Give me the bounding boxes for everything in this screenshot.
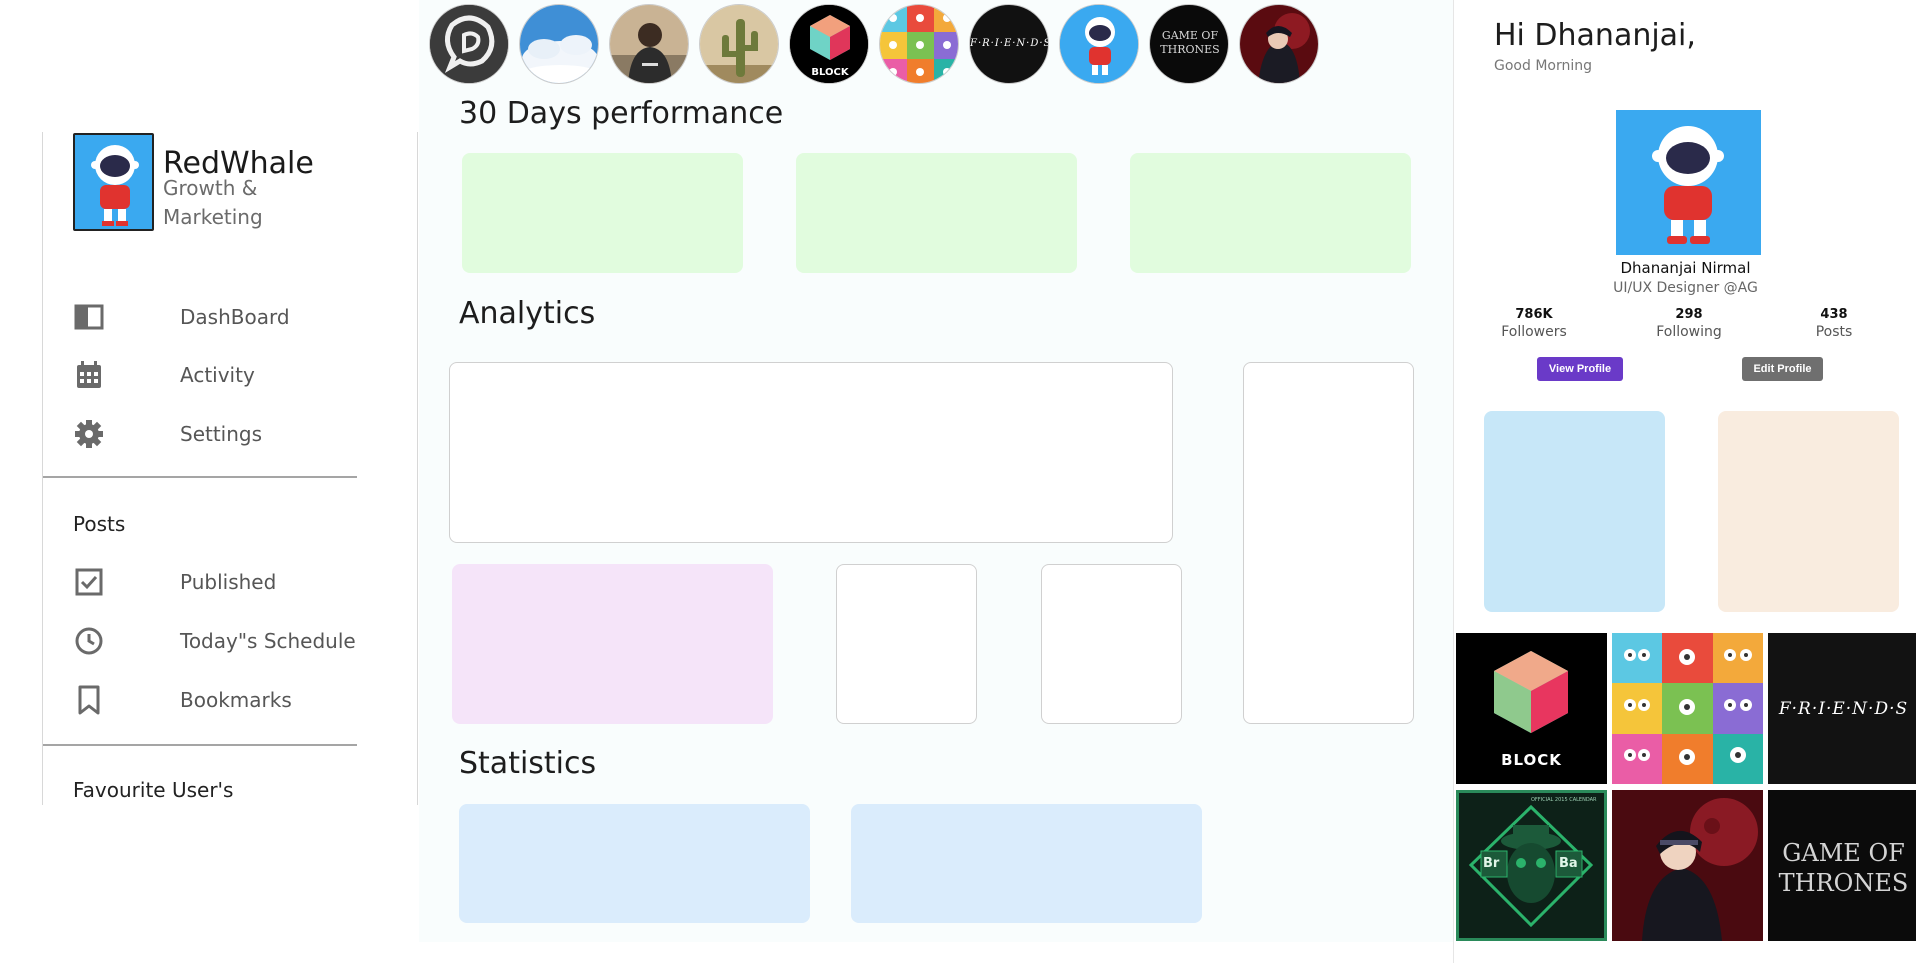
story-ninja[interactable]: [1239, 4, 1319, 84]
stat-label: Followers: [1501, 324, 1567, 340]
profile-panel: Hi Dhananjai, Good Morning Dhananjai Nir…: [1453, 0, 1916, 963]
profile-role: UI/UX Designer @AG: [1613, 280, 1758, 296]
story-block-logo[interactable]: BLOCK: [789, 4, 869, 84]
stat-value: 438: [1820, 307, 1848, 322]
story-block-text: BLOCK: [811, 67, 849, 78]
brand-tagline: Growth & Marketing: [163, 176, 263, 229]
nav-dashboard[interactable]: DashBoard: [73, 297, 373, 337]
checkbox-icon: [73, 566, 105, 598]
story-friends-text: F·R·I·E·N·D·S: [970, 38, 1049, 49]
story-sky-clouds[interactable]: [519, 4, 599, 84]
stat-following: 298 Following: [1639, 307, 1739, 340]
brand-avatar: [73, 133, 154, 231]
profile-name: Dhananjai Nirmal: [1620, 259, 1751, 277]
nav-label: Today"s Schedule: [180, 629, 356, 653]
gallery-block[interactable]: BLOCK: [1456, 633, 1607, 784]
story-got-text: GAME OF THRONES: [1160, 29, 1220, 56]
profile-card-blue[interactable]: [1484, 411, 1665, 612]
nav-published[interactable]: Published: [73, 562, 373, 602]
statistics-card-1[interactable]: [459, 804, 810, 923]
nav-settings[interactable]: Settings: [73, 414, 373, 454]
performance-card-3[interactable]: [1130, 153, 1411, 273]
nav-todays-schedule[interactable]: Today"s Schedule: [73, 621, 373, 661]
edit-profile-button[interactable]: Edit Profile: [1742, 357, 1823, 381]
story-monsters-grid[interactable]: [879, 4, 959, 84]
nav-label: Bookmarks: [180, 688, 292, 712]
analytics-side-panel: [1243, 362, 1414, 724]
stat-followers: 786K Followers: [1484, 307, 1584, 340]
gallery-got[interactable]: GAME OF THRONES: [1768, 790, 1916, 941]
gallery-friends[interactable]: F·R·I·E·N·D·S: [1768, 633, 1916, 784]
stat-posts: 438 Posts: [1784, 307, 1884, 340]
performance-card-1[interactable]: [462, 153, 743, 273]
stat-label: Posts: [1815, 324, 1853, 340]
story-friends-logo[interactable]: F·R·I·E·N·D·S: [969, 4, 1049, 84]
posts-heading: Posts: [73, 512, 126, 536]
stat-value: 786K: [1515, 307, 1553, 322]
analytics-main-panel: [449, 362, 1173, 543]
favourites-heading: Favourite User's: [73, 778, 234, 802]
analytics-small-panel-1: [836, 564, 977, 724]
clock-icon: [73, 625, 105, 657]
nav-label: Activity: [180, 363, 255, 387]
bookmark-icon: [73, 684, 105, 716]
divider: [43, 744, 357, 746]
gear-icon: [73, 418, 105, 450]
story-astronaut[interactable]: [1059, 4, 1139, 84]
analytics-purple-card[interactable]: [452, 564, 773, 724]
greeting: Hi Dhananjai,: [1494, 18, 1696, 53]
subgreeting: Good Morning: [1494, 58, 1592, 74]
nav-label: Settings: [180, 422, 263, 446]
gallery-got-text: GAME OF THRONES: [1778, 839, 1909, 897]
gallery-breaking-bad[interactable]: Br Ba OFFICIAL 2015 CALENDAR: [1456, 790, 1607, 941]
view-profile-button[interactable]: View Profile: [1537, 357, 1623, 381]
profile-card-peach[interactable]: [1718, 411, 1899, 612]
story-chat-logo[interactable]: [429, 4, 509, 84]
analytics-heading: Analytics: [459, 296, 596, 331]
statistics-heading: Statistics: [459, 746, 597, 781]
profile-avatar: [1616, 110, 1761, 255]
performance-card-2[interactable]: [796, 153, 1077, 273]
performance-heading: 30 Days performance: [459, 96, 784, 131]
gallery-block-text: BLOCK: [1501, 751, 1562, 769]
sidebar: RedWhale Growth & Marketing DashBoard Ac…: [42, 132, 418, 805]
story-cactus-desert[interactable]: [699, 4, 779, 84]
gallery-monsters[interactable]: [1612, 633, 1763, 784]
gallery-friends-text: F·R·I·E·N·D·S: [1778, 699, 1909, 719]
main-content: BLOCK F·R·I·E·N·D·S GAME OF THRONES 30 D…: [419, 0, 1453, 942]
divider: [43, 476, 357, 478]
nav-label: DashBoard: [180, 305, 290, 329]
gallery-itachi[interactable]: [1612, 790, 1763, 941]
calendar-icon: [73, 359, 105, 391]
analytics-small-panel-2: [1041, 564, 1182, 724]
nav-label: Published: [180, 570, 277, 594]
dashboard-icon: [73, 301, 105, 333]
stat-value: 298: [1675, 307, 1703, 322]
story-got-logo[interactable]: GAME OF THRONES: [1149, 4, 1229, 84]
gallery-bb-caption: OFFICIAL 2015 CALENDAR: [1531, 797, 1597, 803]
nav-activity[interactable]: Activity: [73, 355, 373, 395]
gallery-bb-right: Ba: [1559, 856, 1578, 871]
gallery-bb-left: Br: [1483, 856, 1500, 871]
stat-label: Following: [1656, 324, 1722, 340]
statistics-card-2[interactable]: [851, 804, 1202, 923]
nav-bookmarks[interactable]: Bookmarks: [73, 680, 373, 720]
story-hoodie-person[interactable]: [609, 4, 689, 84]
